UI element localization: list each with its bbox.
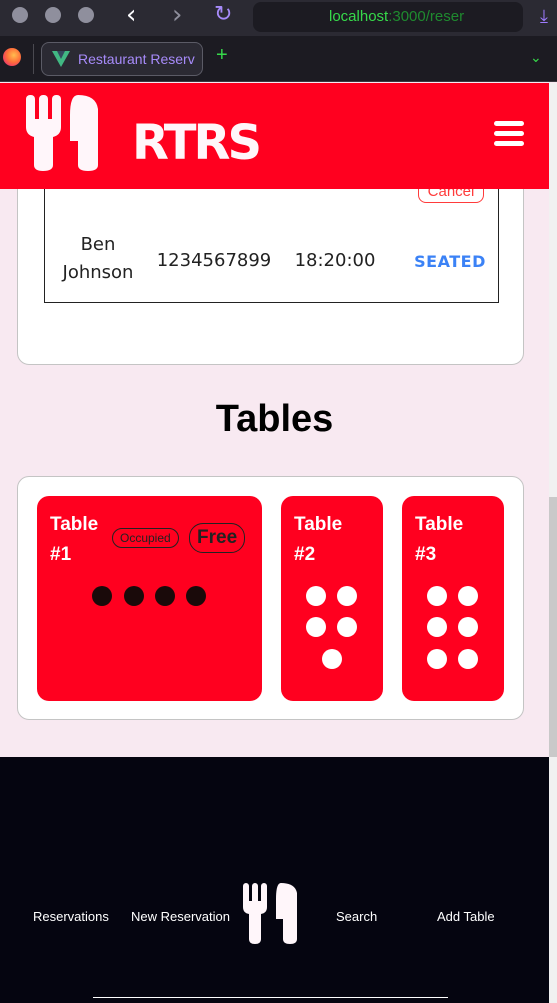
app-header: RTRS bbox=[0, 83, 549, 189]
reservation-name: Ben Johnson bbox=[62, 234, 134, 283]
seat-icon bbox=[427, 617, 447, 637]
table-card-3[interactable]: Table #3 bbox=[402, 496, 504, 701]
footer: Reservations New Reservation Search Add … bbox=[0, 757, 549, 1003]
seat-icon bbox=[306, 617, 326, 637]
rtrs-logo[interactable]: RTRS bbox=[26, 93, 262, 173]
window-maximize-button[interactable] bbox=[78, 7, 94, 23]
footer-link-add-table[interactable]: Add Table bbox=[437, 909, 495, 924]
seat-icon bbox=[186, 586, 206, 606]
url-path: :3000/reser bbox=[388, 8, 465, 25]
footer-link-reservations[interactable]: Reservations bbox=[33, 909, 109, 924]
list-tabs-icon[interactable]: ⌄ bbox=[530, 49, 542, 66]
tab-title: Restaurant Reserv bbox=[78, 51, 195, 67]
table-card-1[interactable]: Table #1 Occupied Free bbox=[37, 496, 262, 701]
forward-icon[interactable]: › bbox=[172, 2, 182, 28]
tables-card: Table #1 Occupied Free Table #2 Table #3 bbox=[17, 476, 524, 720]
footer-divider bbox=[93, 997, 448, 998]
reservation-time: 18:20:00 bbox=[294, 250, 376, 271]
seat-icon bbox=[427, 586, 447, 606]
reservation-status: SEATED bbox=[414, 252, 486, 271]
tab-restaurant-reservation[interactable]: Restaurant Reserv bbox=[41, 42, 203, 76]
seat-icon bbox=[337, 586, 357, 606]
seat-icon bbox=[427, 649, 447, 669]
seat-icon bbox=[124, 586, 144, 606]
seat-icon bbox=[458, 617, 478, 637]
download-icon[interactable]: ⤓ bbox=[540, 6, 557, 28]
logo-text: RTRS bbox=[132, 115, 262, 171]
url-host: localhost bbox=[329, 8, 389, 25]
tables-heading: Tables bbox=[215, 398, 334, 440]
seat-icon bbox=[92, 586, 112, 606]
seat-icon bbox=[458, 649, 478, 669]
seat-icon bbox=[322, 649, 342, 669]
reservation-phone: 1234567899 bbox=[156, 250, 272, 271]
window-minimize-button[interactable] bbox=[45, 7, 61, 23]
table-card-2[interactable]: Table #2 bbox=[281, 496, 383, 701]
window-close-button[interactable] bbox=[12, 7, 28, 23]
url-bar[interactable]: localhost:3000/reser bbox=[253, 2, 523, 32]
fork-knife-icon[interactable] bbox=[243, 883, 299, 945]
seat-icon bbox=[306, 586, 326, 606]
table-title: Table #2 bbox=[294, 514, 343, 565]
reload-icon[interactable]: ↻ bbox=[214, 2, 232, 28]
back-icon[interactable]: ‹ bbox=[126, 2, 136, 28]
new-tab-icon[interactable]: + bbox=[216, 45, 228, 65]
footer-link-new-reservation[interactable]: New Reservation bbox=[131, 909, 230, 924]
browser-tab-strip: Restaurant Reserv + ⌄ bbox=[0, 36, 557, 82]
firefox-icon[interactable] bbox=[3, 48, 21, 66]
vue-icon bbox=[52, 51, 70, 67]
occupied-button[interactable]: Occupied bbox=[112, 528, 179, 548]
browser-toolbar: ‹ › ↻ localhost:3000/reser ⤓ bbox=[0, 0, 557, 36]
page-scrollbar-thumb[interactable] bbox=[549, 497, 557, 757]
tab-separator bbox=[33, 44, 34, 74]
seat-icon bbox=[155, 586, 175, 606]
table-title: Table #1 bbox=[50, 514, 99, 565]
seat-icon bbox=[458, 586, 478, 606]
footer-link-search[interactable]: Search bbox=[336, 909, 377, 924]
menu-icon[interactable] bbox=[494, 121, 524, 147]
table-title: Table #3 bbox=[415, 514, 464, 565]
free-button[interactable]: Free bbox=[189, 523, 246, 553]
seat-icon bbox=[337, 617, 357, 637]
